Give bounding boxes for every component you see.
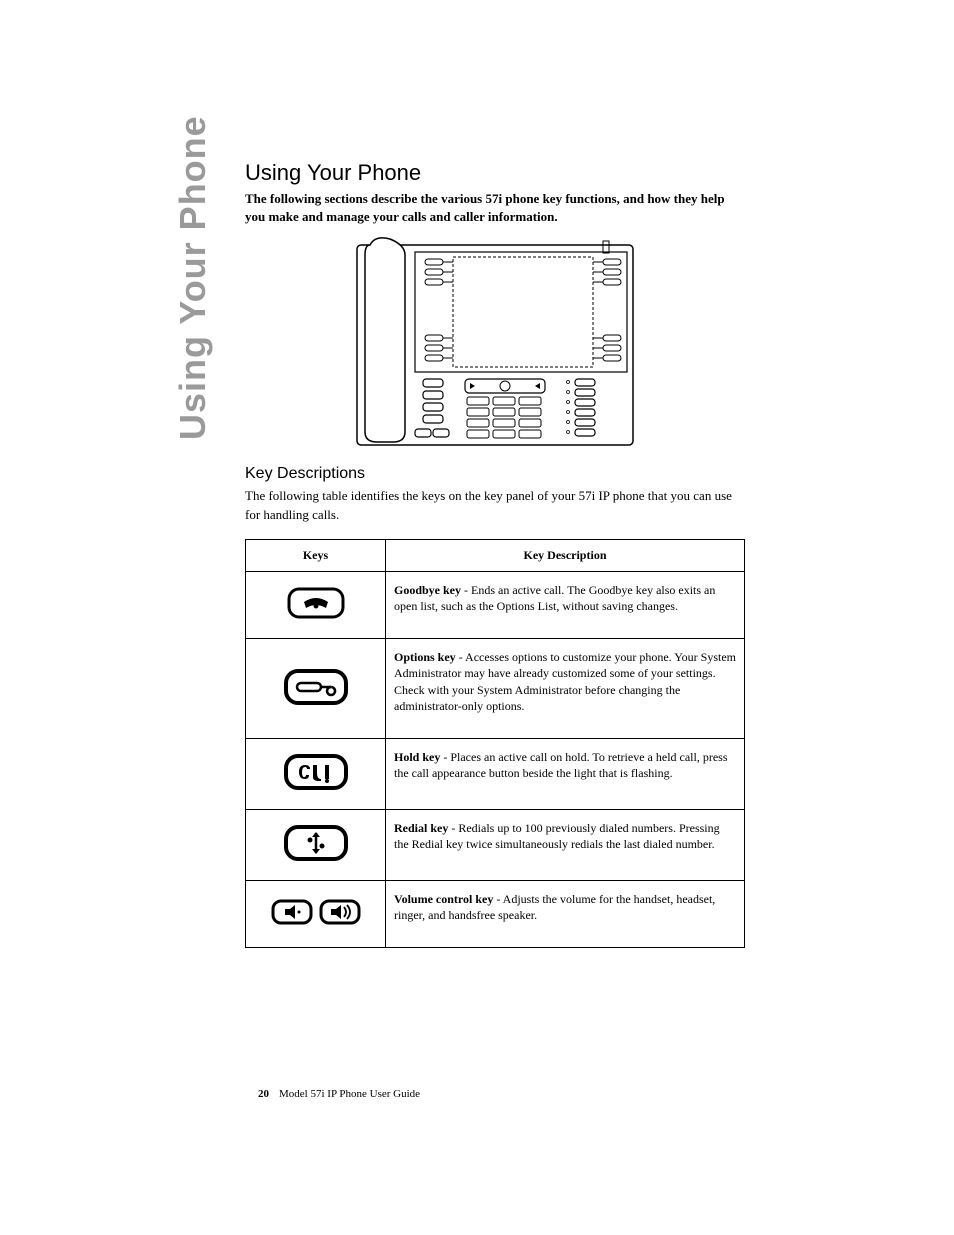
page-heading: Using Your Phone <box>245 160 745 186</box>
key-descriptions-table: Keys Key Description <box>245 539 745 949</box>
hold-key-desc: Hold key - Places an active call on hold… <box>386 738 745 809</box>
volume-key-desc: Volume control key - Adjusts the volume … <box>386 880 745 947</box>
subintro-text: The following table identifies the keys … <box>245 487 745 525</box>
table-header-desc: Key Description <box>386 539 745 571</box>
table-row: Volume control key - Adjusts the volume … <box>246 880 745 947</box>
page-footer: 20 Model 57i IP Phone User Guide <box>258 1088 420 1100</box>
page-number: 20 <box>258 1088 269 1100</box>
goodbye-key-desc: Goodbye key - Ends an active call. The G… <box>386 571 745 638</box>
table-row: Redial key - Redials up to 100 previousl… <box>246 809 745 880</box>
redial-key-desc: Redial key - Redials up to 100 previousl… <box>386 809 745 880</box>
footer-title: Model 57i IP Phone User Guide <box>279 1088 420 1100</box>
table-row: Hold key - Places an active call on hold… <box>246 738 745 809</box>
redial-key-icon <box>283 824 349 866</box>
phone-diagram <box>245 237 745 447</box>
table-row: Goodbye key - Ends an active call. The G… <box>246 571 745 638</box>
options-key-desc: Options key - Accesses options to custom… <box>386 639 745 739</box>
volume-key-icon <box>271 899 361 929</box>
intro-text: The following sections describe the vari… <box>245 190 745 225</box>
subheading: Key Descriptions <box>245 465 745 483</box>
table-row: Options key - Accesses options to custom… <box>246 639 745 739</box>
table-header-keys: Keys <box>246 539 386 571</box>
options-key-icon <box>283 668 349 710</box>
hold-key-icon <box>283 753 349 795</box>
phone-illustration-icon <box>355 237 635 447</box>
goodbye-key-icon <box>286 586 346 624</box>
